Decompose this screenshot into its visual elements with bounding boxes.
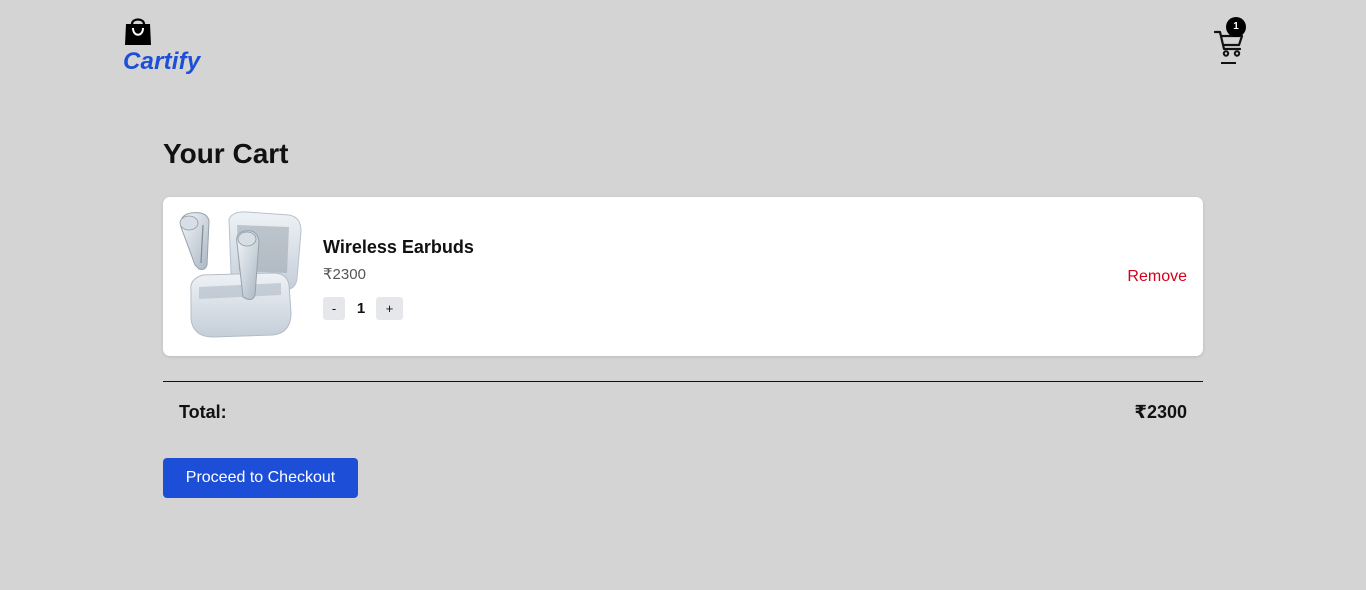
cart-item: Wireless Earbuds ₹2300 - 1 + Remove <box>163 197 1203 356</box>
decrease-quantity-button[interactable]: - <box>323 297 345 320</box>
total-value: ₹2300 <box>1134 402 1187 422</box>
item-price: ₹2300 <box>323 266 366 283</box>
wireless-earbuds-image <box>179 211 302 338</box>
brand-name: Cartify <box>123 48 201 75</box>
divider <box>163 381 1203 382</box>
page-title: Your Cart <box>163 138 289 169</box>
brand-logo[interactable]: Cartify <box>123 15 213 79</box>
shopping-bag-icon <box>125 18 151 45</box>
item-quantity: 1 <box>356 300 366 317</box>
increase-quantity-button[interactable]: + <box>376 297 403 320</box>
item-name: Wireless Earbuds <box>323 237 474 257</box>
cart-count-badge: 1 <box>1226 17 1246 37</box>
proceed-to-checkout-button[interactable]: Proceed to Checkout <box>163 458 358 498</box>
remove-item-button[interactable]: Remove <box>1127 268 1187 286</box>
cart-underline <box>1221 62 1236 64</box>
cart-button[interactable]: 1 <box>1213 17 1249 65</box>
total-label: Total: <box>179 402 227 422</box>
